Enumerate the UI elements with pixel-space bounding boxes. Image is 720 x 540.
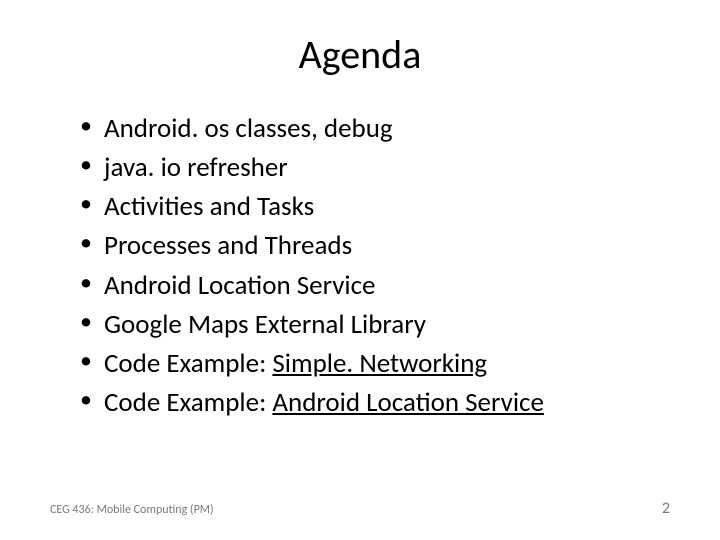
- item-text: Android. os classes, debug: [104, 112, 393, 145]
- slide: Agenda Android. os classes, debug java. …: [0, 0, 720, 540]
- list-item: Code Example: Android Location Service: [80, 383, 670, 422]
- footer-course: CEG 436: Mobile Computing (PM): [50, 503, 214, 517]
- item-text: Google Maps External Library: [104, 308, 426, 341]
- item-link[interactable]: Simple. Networking: [272, 347, 487, 380]
- list-item: Android. os classes, debug: [80, 109, 670, 148]
- list-item: Activities and Tasks: [80, 187, 670, 226]
- item-text: java. io refresher: [104, 151, 288, 184]
- list-item: Android Location Service: [80, 266, 670, 305]
- content-area: Android. os classes, debug java. io refr…: [50, 109, 670, 422]
- item-text: Android Location Service: [104, 269, 375, 302]
- list-item: java. io refresher: [80, 148, 670, 187]
- item-link[interactable]: Android Location Service: [272, 386, 543, 419]
- footer: CEG 436: Mobile Computing (PM) 2: [50, 499, 670, 518]
- list-item: Processes and Threads: [80, 226, 670, 265]
- item-text: Processes and Threads: [104, 229, 352, 262]
- list-item: Code Example: Simple. Networking: [80, 344, 670, 383]
- item-text: Code Example:: [104, 386, 272, 419]
- page-number: 2: [662, 499, 670, 518]
- item-text: Code Example:: [104, 347, 272, 380]
- page-title: Agenda: [50, 30, 670, 79]
- list-item: Google Maps External Library: [80, 305, 670, 344]
- item-text: Activities and Tasks: [104, 190, 314, 223]
- agenda-list: Android. os classes, debug java. io refr…: [80, 109, 670, 422]
